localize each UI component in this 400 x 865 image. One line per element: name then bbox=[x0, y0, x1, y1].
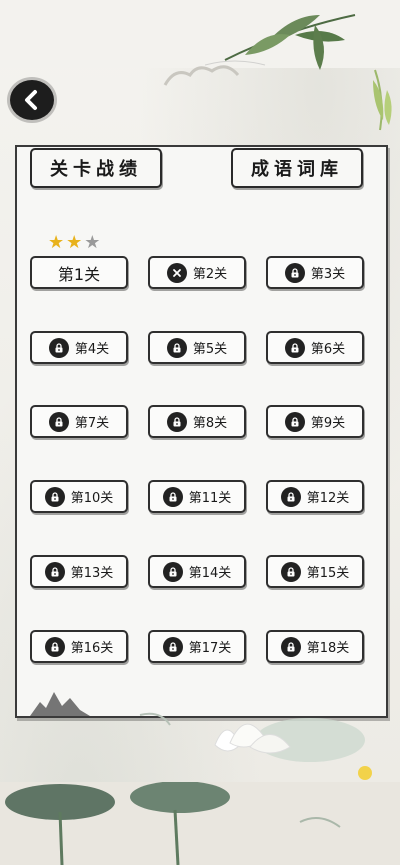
level-label: 第5关 bbox=[192, 342, 228, 357]
back-button[interactable] bbox=[10, 80, 54, 120]
level-button-5[interactable]: 第5关 bbox=[148, 331, 246, 364]
star-empty-icon: ★ bbox=[84, 232, 101, 253]
star-filled-icon: ★ bbox=[66, 232, 83, 253]
level-label: 第1关 bbox=[57, 264, 101, 284]
level-button-18[interactable]: 第18关 bbox=[266, 630, 364, 663]
level-label: 第12关 bbox=[306, 491, 350, 506]
top-band bbox=[0, 0, 400, 68]
level-label: 第15关 bbox=[306, 566, 350, 581]
lock-icon bbox=[162, 561, 183, 582]
level-label: 第10关 bbox=[70, 491, 114, 506]
lock-icon bbox=[44, 636, 65, 657]
level-button-1[interactable]: 第1关 bbox=[30, 256, 128, 289]
lock-icon bbox=[166, 337, 187, 358]
lock-icon bbox=[280, 486, 301, 507]
level-button-8[interactable]: 第8关 bbox=[148, 405, 246, 438]
level-label: 第7关 bbox=[74, 416, 110, 431]
level-button-2[interactable]: 第2关 bbox=[148, 256, 246, 289]
level-button-12[interactable]: 第12关 bbox=[266, 480, 364, 513]
level-button-9[interactable]: 第9关 bbox=[266, 405, 364, 438]
lock-icon bbox=[280, 636, 301, 657]
level-record-button[interactable]: 关卡战绩 bbox=[30, 148, 162, 188]
close-icon bbox=[166, 262, 187, 283]
lock-icon bbox=[280, 561, 301, 582]
lock-icon bbox=[284, 262, 305, 283]
lock-icon bbox=[44, 561, 65, 582]
star-filled-icon: ★ bbox=[48, 232, 65, 253]
level-button-15[interactable]: 第15关 bbox=[266, 555, 364, 588]
level-label: 第9关 bbox=[310, 416, 346, 431]
idiom-library-button[interactable]: 成语词库 bbox=[231, 148, 363, 188]
level-button-11[interactable]: 第11关 bbox=[148, 480, 246, 513]
chevron-left-icon bbox=[21, 89, 43, 111]
lock-icon bbox=[48, 337, 69, 358]
level-label: 第16关 bbox=[70, 641, 114, 656]
level-button-4[interactable]: 第4关 bbox=[30, 331, 128, 364]
level-label: 第18关 bbox=[306, 641, 350, 656]
level-label: 第13关 bbox=[70, 566, 114, 581]
level-label: 第8关 bbox=[192, 416, 228, 431]
level-label: 第11关 bbox=[188, 491, 232, 506]
level-button-6[interactable]: 第6关 bbox=[266, 331, 364, 364]
bottom-band bbox=[0, 782, 400, 865]
level-button-13[interactable]: 第13关 bbox=[30, 555, 128, 588]
level-button-7[interactable]: 第7关 bbox=[30, 405, 128, 438]
level-button-17[interactable]: 第17关 bbox=[148, 630, 246, 663]
lock-icon bbox=[166, 411, 187, 432]
level-label: 第4关 bbox=[74, 342, 110, 357]
lock-icon bbox=[284, 411, 305, 432]
level-button-3[interactable]: 第3关 bbox=[266, 256, 364, 289]
level-label: 第14关 bbox=[188, 566, 232, 581]
lock-icon bbox=[48, 411, 69, 432]
level-label: 第3关 bbox=[310, 267, 346, 282]
level-label: 第6关 bbox=[310, 342, 346, 357]
lock-icon bbox=[44, 486, 65, 507]
level-label: 第17关 bbox=[188, 641, 232, 656]
level-label: 第2关 bbox=[192, 267, 228, 282]
level-1-stars: ★ ★ ★ bbox=[48, 233, 100, 253]
level-button-10[interactable]: 第10关 bbox=[30, 480, 128, 513]
level-button-16[interactable]: 第16关 bbox=[30, 630, 128, 663]
lock-icon bbox=[284, 337, 305, 358]
lock-icon bbox=[162, 486, 183, 507]
level-button-14[interactable]: 第14关 bbox=[148, 555, 246, 588]
lock-icon bbox=[162, 636, 183, 657]
